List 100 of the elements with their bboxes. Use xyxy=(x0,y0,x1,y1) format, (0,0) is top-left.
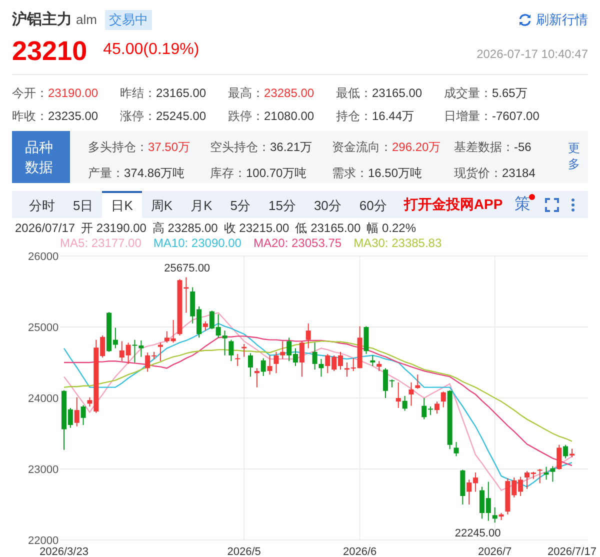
ohlc-text: 低 23165.00 xyxy=(295,221,361,236)
stat-label: 库存： xyxy=(210,164,246,182)
stat-label: 基差数据： xyxy=(454,139,514,156)
period-tab[interactable]: 日K xyxy=(102,191,142,218)
candlestick xyxy=(228,339,234,362)
candlestick xyxy=(556,444,562,470)
candlestick xyxy=(318,358,324,378)
high-price-label: 25675.00 xyxy=(164,262,210,274)
variety-data-label[interactable]: 品种数据 xyxy=(12,131,70,183)
candlestick xyxy=(299,340,304,378)
refresh-button[interactable]: 刷新行情 xyxy=(518,10,588,30)
candlestick xyxy=(235,353,240,367)
x-axis-label: 2026/3/23 xyxy=(40,546,88,557)
stat-value: 37.50万 xyxy=(148,139,190,156)
x-axis-label: 2026/7 xyxy=(478,546,512,557)
stat-value: 374.86万吨 xyxy=(124,164,185,182)
stat-label: 日增量： xyxy=(444,108,492,125)
stat-label: 资金流向： xyxy=(332,139,392,156)
candlestick xyxy=(242,344,247,358)
period-tab[interactable]: 5分 xyxy=(221,191,260,218)
candlestick xyxy=(537,468,542,484)
open-app-link[interactable]: 打开金投网APP xyxy=(404,194,503,215)
candlestick xyxy=(492,506,498,524)
stat-label: 成交量： xyxy=(444,85,492,102)
stat-value: 5.65万 xyxy=(492,85,528,102)
x-axis-label: 2026/7/17 xyxy=(548,546,596,557)
stat-value: 36.21万 xyxy=(270,139,312,156)
period-tab[interactable]: 周K xyxy=(142,191,182,218)
status-badge: 交易中 xyxy=(104,10,152,30)
low-price-label: 22245.00 xyxy=(454,528,501,540)
ohlc-text: 幅 0.22% xyxy=(366,221,416,236)
legend-series-name: MA10 xyxy=(153,236,185,250)
candlestick xyxy=(376,360,382,372)
ohlc-text: 2026/07/17 xyxy=(15,221,76,236)
y-axis-label: 22000 xyxy=(28,535,59,547)
candlestick xyxy=(74,396,80,427)
ohlc-text: 高 23285.00 xyxy=(152,221,218,236)
more-link[interactable]: 更多 xyxy=(568,141,580,183)
price-change: 45.00(0.19%) xyxy=(103,40,200,60)
candlestick xyxy=(563,444,568,459)
stat-label: 空头持仓： xyxy=(210,139,270,156)
stat-value: 296.20万 xyxy=(392,139,441,156)
y-axis-label: 25000 xyxy=(28,322,59,334)
legend-value: : 23177.00 xyxy=(84,236,142,250)
candlestick xyxy=(260,358,266,376)
period-tab[interactable]: 30分 xyxy=(304,191,350,218)
timestamp: 2026-07-17 10:40:47 xyxy=(476,46,588,63)
stat-label: 昨结： xyxy=(120,85,156,102)
legend-series-name: MA30 xyxy=(354,236,385,250)
stat-value: 100.70万吨 xyxy=(246,164,307,182)
legend-value: : 23090.00 xyxy=(184,236,242,250)
stat-value: 16.50万吨 xyxy=(368,164,422,182)
candlestick xyxy=(274,351,279,374)
candlestick xyxy=(248,352,253,378)
strategy-button[interactable]: 策 xyxy=(514,196,531,212)
ohlc-text: 开 23190.00 xyxy=(81,221,146,236)
candlestick xyxy=(440,391,446,408)
legend-value: : 23053.75 xyxy=(284,236,342,250)
stat-value: 16.44万 xyxy=(372,108,414,125)
candlestick xyxy=(306,322,311,349)
stat-value: 23184 xyxy=(502,164,536,182)
stat-value: 25245.00 xyxy=(156,108,206,125)
stat-label: 最高： xyxy=(228,85,264,102)
candlestick xyxy=(434,401,440,414)
refresh-icon xyxy=(518,13,532,27)
candlestick xyxy=(550,466,556,482)
y-axis-label: 24000 xyxy=(28,393,59,405)
stat-label: 持仓： xyxy=(336,108,372,125)
candlestick xyxy=(202,320,208,332)
stat-value: 23165.00 xyxy=(156,85,206,102)
stat-value: 21080.00 xyxy=(264,108,314,125)
x-axis-label: 2026/5 xyxy=(227,546,261,557)
period-tab[interactable]: 60分 xyxy=(350,191,396,218)
candlestick xyxy=(544,466,549,480)
candlestick xyxy=(415,374,420,390)
period-tab[interactable]: 分时 xyxy=(20,191,64,218)
period-tab[interactable]: 5日 xyxy=(64,191,102,218)
stat-label: 最低： xyxy=(336,85,372,102)
candlestick xyxy=(312,342,318,370)
instrument-code: alm xyxy=(76,11,97,30)
x-axis-label: 2026/6 xyxy=(342,546,377,557)
stat-label: 产量： xyxy=(88,164,124,182)
candlestick xyxy=(158,342,163,362)
candlestick xyxy=(80,404,86,426)
stat-label: 多头持仓： xyxy=(88,139,148,156)
fullscreen-icon[interactable] xyxy=(544,198,559,212)
period-tab[interactable]: 15分 xyxy=(259,191,305,218)
last-price: 23210 xyxy=(12,36,88,66)
candlestick xyxy=(280,340,286,360)
stat-label: 昨收： xyxy=(12,108,48,125)
y-axis-label: 23000 xyxy=(28,464,59,476)
stat-label: 需求： xyxy=(332,164,368,182)
period-tab[interactable]: 月K xyxy=(182,191,222,218)
candlestick xyxy=(454,442,459,457)
stat-label: 今开： xyxy=(12,85,48,102)
more-options-icon[interactable] xyxy=(570,198,575,212)
instrument-name: 沪铝主力 xyxy=(12,10,72,30)
stat-label: 跌停： xyxy=(228,108,264,125)
candlestick xyxy=(222,330,228,356)
candlestick xyxy=(267,354,272,376)
